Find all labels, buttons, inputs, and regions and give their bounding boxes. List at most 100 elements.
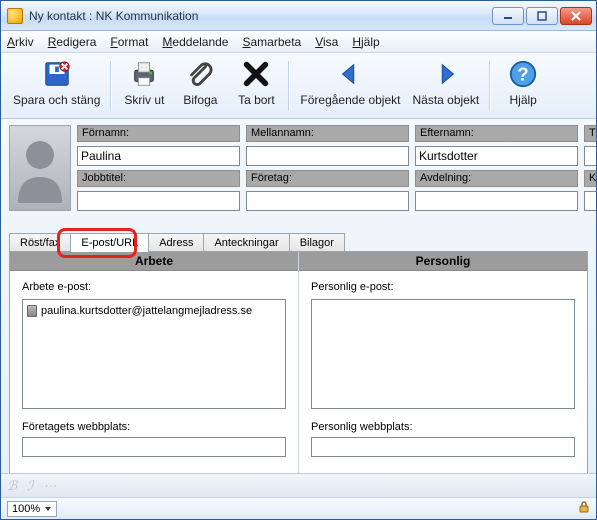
work-email-list[interactable]: paulina.kurtsdotter@jattelangmejladress.… — [22, 299, 286, 409]
minimize-button[interactable] — [492, 7, 524, 25]
personal-column: Personlig Personlig e-post: Personlig we… — [299, 252, 587, 473]
chevron-down-icon — [44, 505, 52, 513]
paperclip-icon — [185, 59, 215, 89]
work-email-value: paulina.kurtsdotter@jattelangmejladress.… — [41, 305, 252, 317]
tab-strip: Röst/fax E-post/URL Adress Anteckningar … — [9, 233, 588, 252]
window-title: Ny kontakt : NK Kommunikation — [29, 9, 492, 23]
save-close-button[interactable]: Spara och stäng — [7, 57, 106, 115]
fornamn-label: Förnamn: — [77, 125, 240, 142]
zoom-combo[interactable]: 100% — [7, 501, 57, 517]
tab-rostfax[interactable]: Röst/fax — [9, 233, 71, 252]
tab-epost-url[interactable]: E-post/URL — [70, 233, 149, 252]
avdelning-label: Avdelning: — [415, 170, 578, 187]
status-right — [578, 501, 590, 516]
format-icon: ⋯ — [43, 478, 56, 494]
mellannamn-input[interactable] — [246, 146, 409, 166]
contact-header: Förnamn: Mellannamn: Efternamn: Titel: J… — [9, 125, 588, 211]
tab-adress[interactable]: Adress — [148, 233, 204, 252]
maximize-button[interactable] — [526, 7, 558, 25]
attach-button[interactable]: Bifoga — [172, 57, 228, 115]
help-icon: ? — [508, 59, 538, 89]
arrow-left-icon — [335, 59, 365, 89]
maximize-icon — [537, 11, 547, 21]
avatar-placeholder[interactable] — [9, 125, 71, 211]
menu-hjalp[interactable]: Hjälp — [352, 35, 379, 49]
next-button[interactable]: Nästa objekt — [406, 57, 485, 115]
work-web-label: Företagets webbplats: — [22, 421, 286, 433]
menu-visa[interactable]: Visa — [315, 35, 338, 49]
titel-value — [585, 147, 596, 165]
efternamn-label: Efternamn: — [415, 125, 578, 142]
prev-label: Föregående objekt — [300, 93, 400, 107]
name-fields: Förnamn: Mellannamn: Efternamn: Titel: J… — [77, 125, 596, 211]
personal-email-label: Personlig e-post: — [311, 281, 575, 293]
help-label: Hjälp — [510, 93, 537, 107]
titel-label: Titel: — [584, 125, 596, 142]
print-label: Skriv ut — [124, 93, 164, 107]
next-label: Nästa objekt — [412, 93, 479, 107]
personal-web-input[interactable] — [311, 437, 575, 457]
close-icon — [571, 11, 581, 21]
save-icon — [42, 59, 72, 89]
toolbar: Spara och stäng Skriv ut Bifoga Ta bort — [1, 53, 596, 119]
list-item[interactable]: paulina.kurtsdotter@jattelangmejladress.… — [27, 304, 281, 318]
fornamn-input[interactable] — [77, 146, 240, 166]
app-window: Ny kontakt : NK Kommunikation Arkiv Redi… — [0, 0, 597, 520]
print-button[interactable]: Skriv ut — [116, 57, 172, 115]
printer-icon — [129, 59, 159, 89]
status-bar: 100% — [1, 497, 596, 519]
lock-icon — [578, 501, 590, 513]
avdelning-input[interactable] — [415, 191, 578, 211]
menu-samarbeta[interactable]: Samarbeta — [242, 35, 301, 49]
format-icon: ℬ — [7, 478, 17, 494]
work-email-label: Arbete e-post: — [22, 281, 286, 293]
personal-web-label: Personlig webbplats: — [311, 421, 575, 433]
minimize-icon — [503, 11, 513, 21]
kontor-label: Kontor: — [584, 170, 596, 187]
foretag-input[interactable] — [246, 191, 409, 211]
menu-redigera[interactable]: Redigera — [48, 35, 97, 49]
close-button[interactable] — [560, 7, 592, 25]
personal-body: Personlig e-post: Personlig webbplats: — [299, 271, 587, 473]
jobbtitel-label: Jobbtitel: — [77, 170, 240, 187]
menu-arkiv[interactable]: Arkiv — [7, 35, 34, 49]
tab-bilagor[interactable]: Bilagor — [289, 233, 345, 252]
foretag-label: Företag: — [246, 170, 409, 187]
tab-anteckningar[interactable]: Anteckningar — [203, 233, 289, 252]
kontor-input[interactable] — [584, 191, 596, 211]
delete-icon — [241, 59, 271, 89]
arrow-right-icon — [431, 59, 461, 89]
person-small-icon — [27, 305, 37, 317]
person-icon — [10, 133, 70, 203]
content-area: Förnamn: Mellannamn: Efternamn: Titel: J… — [1, 119, 596, 473]
work-body: Arbete e-post: paulina.kurtsdotter@jatte… — [10, 271, 298, 473]
delete-button[interactable]: Ta bort — [228, 57, 284, 115]
efternamn-input[interactable] — [415, 146, 578, 166]
delete-label: Ta bort — [238, 93, 275, 107]
titel-combo[interactable] — [584, 146, 596, 166]
prev-button[interactable]: Föregående objekt — [294, 57, 406, 115]
mellannamn-label: Mellannamn: — [246, 125, 409, 142]
toolbar-separator — [489, 61, 491, 111]
title-bar: Ny kontakt : NK Kommunikation — [1, 1, 596, 31]
save-close-label: Spara och stäng — [13, 93, 100, 107]
help-button[interactable]: ? Hjälp — [495, 57, 551, 115]
personal-email-list[interactable] — [311, 299, 575, 409]
work-column: Arbete Arbete e-post: paulina.kurtsdotte… — [10, 252, 298, 473]
svg-text:?: ? — [517, 64, 528, 85]
zoom-value: 100% — [12, 503, 40, 515]
menu-bar: Arkiv Redigera Format Meddelande Samarbe… — [1, 31, 596, 53]
format-bar-disabled: ℬ ℐ ⋯ — [1, 473, 596, 497]
menu-meddelande[interactable]: Meddelande — [162, 35, 228, 49]
attach-label: Bifoga — [183, 93, 217, 107]
jobbtitel-input[interactable] — [77, 191, 240, 211]
work-web-input[interactable] — [22, 437, 286, 457]
work-header: Arbete — [10, 252, 298, 271]
tabs-container: Röst/fax E-post/URL Adress Anteckningar … — [9, 233, 588, 473]
menu-format[interactable]: Format — [110, 35, 148, 49]
window-controls — [492, 7, 592, 25]
toolbar-separator — [110, 61, 112, 111]
personal-header: Personlig — [299, 252, 587, 271]
format-icon: ℐ — [27, 478, 33, 494]
toolbar-separator — [288, 61, 290, 111]
